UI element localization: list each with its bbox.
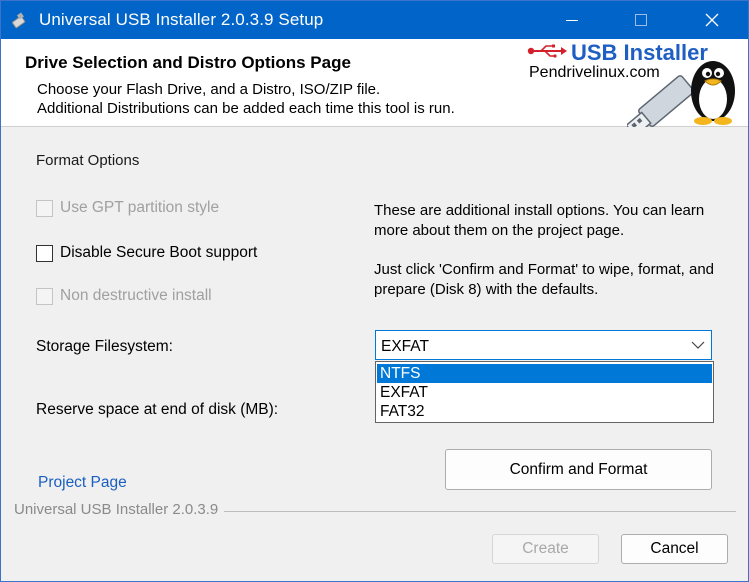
storage-filesystem-label: Storage Filesystem: bbox=[36, 338, 173, 355]
format-options-heading: Format Options bbox=[36, 152, 140, 169]
checkbox-box bbox=[36, 199, 53, 217]
non-destructive-checkbox[interactable]: Non destructive install bbox=[36, 285, 212, 307]
pendrivelinux-logo: USB Installer Pendrivelinux.com bbox=[527, 39, 745, 127]
chevron-down-icon bbox=[691, 341, 705, 349]
installer-window: Universal USB Installer 2.0.3.9 Setup Dr… bbox=[0, 0, 749, 582]
app-icon bbox=[12, 12, 26, 29]
confirm-instructions-info: Just click 'Confirm and Format' to wipe,… bbox=[374, 261, 715, 298]
reserve-space-label: Reserve space at end of disk (MB): bbox=[36, 401, 279, 418]
version-divider: Universal USB Installer 2.0.3.9 bbox=[14, 501, 736, 519]
non-destructive-label: Non destructive install bbox=[60, 287, 212, 304]
window-title: Universal USB Installer 2.0.3.9 Setup bbox=[39, 10, 324, 29]
header-description-line1: Choose your Flash Drive, and a Distro, I… bbox=[37, 81, 381, 98]
secure-boot-label: Disable Secure Boot support bbox=[60, 244, 258, 261]
checkbox-box bbox=[36, 244, 53, 262]
filesystem-option-ntfs[interactable]: NTFS bbox=[377, 364, 712, 383]
minimize-button[interactable] bbox=[549, 1, 595, 39]
create-button[interactable]: Create bbox=[492, 534, 599, 564]
storage-filesystem-select[interactable]: EXFAT bbox=[375, 330, 712, 360]
maximize-button[interactable] bbox=[618, 1, 664, 39]
gpt-partition-checkbox[interactable]: Use GPT partition style bbox=[36, 197, 219, 219]
install-options-info: These are additional install options. Yo… bbox=[374, 202, 705, 239]
maximize-icon bbox=[635, 14, 647, 26]
confirm-and-format-button[interactable]: Confirm and Format bbox=[445, 449, 712, 490]
gpt-partition-label: Use GPT partition style bbox=[60, 199, 220, 216]
project-page-link[interactable]: Project Page bbox=[38, 474, 127, 492]
close-button[interactable] bbox=[689, 1, 735, 39]
minimize-icon bbox=[566, 19, 578, 21]
close-icon bbox=[705, 13, 719, 27]
filesystem-option-fat32[interactable]: FAT32 bbox=[377, 402, 712, 421]
page-header: Drive Selection and Distro Options Page … bbox=[1, 39, 748, 127]
title-bar[interactable]: Universal USB Installer 2.0.3.9 Setup bbox=[1, 1, 748, 39]
filesystem-dropdown-list: NTFS EXFAT FAT32 bbox=[375, 361, 714, 423]
version-label: Universal USB Installer 2.0.3.9 bbox=[14, 501, 225, 518]
page-title: Drive Selection and Distro Options Page bbox=[25, 53, 351, 72]
usb-symbol-icon bbox=[527, 44, 567, 58]
header-description-line2: Additional Distributions can be added ea… bbox=[37, 100, 455, 117]
selected-filesystem: EXFAT bbox=[381, 338, 429, 355]
checkbox-box bbox=[36, 287, 53, 305]
filesystem-option-exfat[interactable]: EXFAT bbox=[377, 383, 712, 402]
cancel-button[interactable]: Cancel bbox=[621, 534, 728, 564]
usb-penguin-icon bbox=[627, 61, 735, 127]
secure-boot-checkbox[interactable]: Disable Secure Boot support bbox=[36, 242, 257, 264]
